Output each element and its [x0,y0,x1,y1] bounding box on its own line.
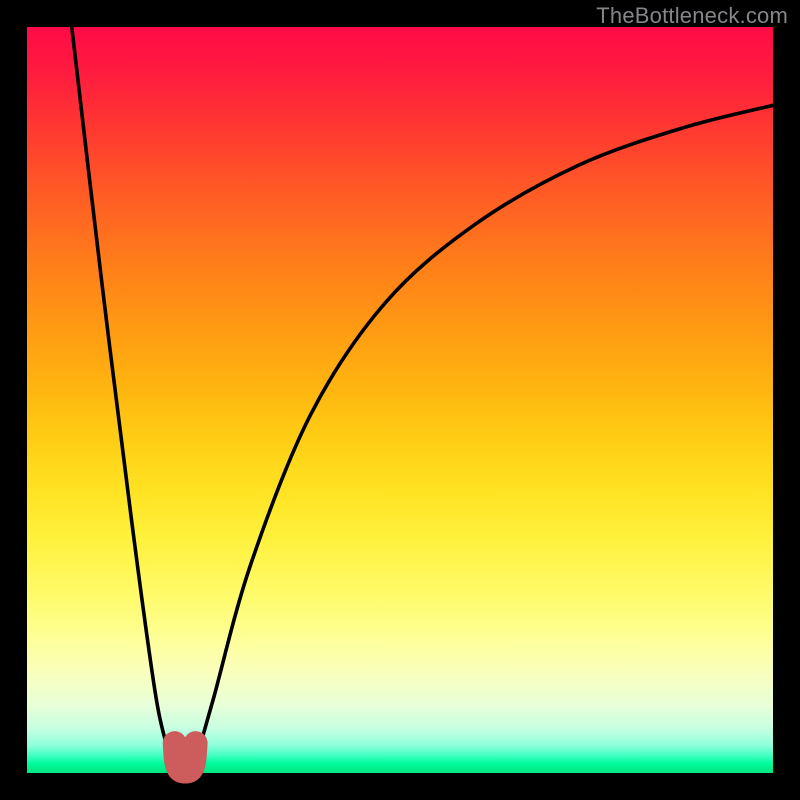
curve-right-branch [195,105,773,764]
valley-marker [175,743,196,771]
plot-area [27,27,773,773]
chart-frame: TheBottleneck.com [0,0,800,800]
watermark-text: TheBottleneck.com [596,3,788,29]
chart-curves [27,27,773,773]
curve-left-branch [72,27,176,764]
